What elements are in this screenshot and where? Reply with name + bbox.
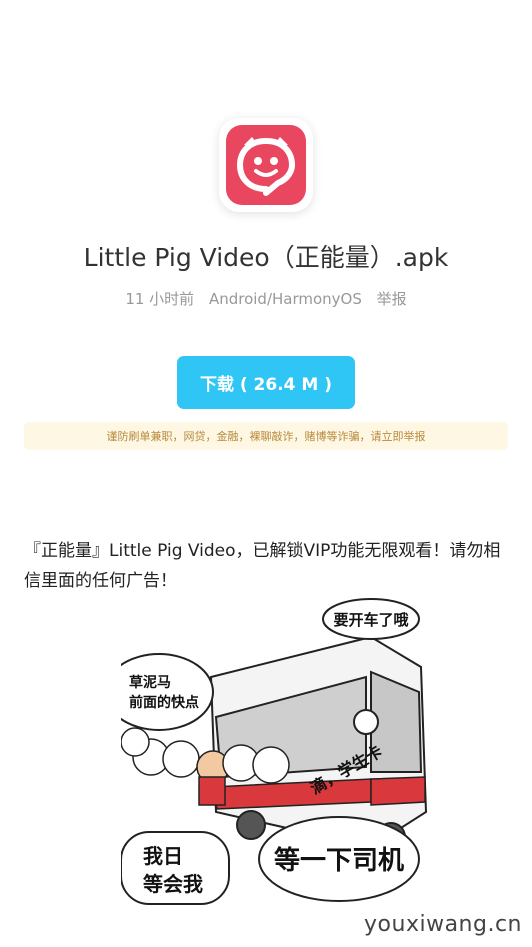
- fraud-warning-banner: 谨防刷单兼职，网贷，金融，裸聊敲诈，赌博等诈骗，请立即举报: [24, 422, 508, 450]
- download-button[interactable]: 下载 ( 26.4 M ): [177, 356, 355, 409]
- bubble-left-line1: 草泥马: [129, 674, 171, 691]
- bubble-left-line2: 前面的快点: [129, 694, 199, 711]
- report-link[interactable]: 举报: [377, 290, 407, 308]
- bubble-bottom-right: 等一下司机: [274, 845, 404, 876]
- bubble-bottom-left-line1: 我日: [143, 844, 183, 868]
- app-meta: 11 小时前 Android/HarmonyOS 举报: [0, 288, 532, 309]
- platform-label: Android/HarmonyOS: [208, 290, 362, 308]
- time-ago: 11 小时前: [125, 290, 195, 308]
- pig-logo-icon: [226, 125, 306, 205]
- comic-image: 要开车了哦 草泥马 前面的快点 滴，学生卡 我日 等会我 等一下司机: [104, 597, 431, 911]
- watermark: youxiwang.cn: [364, 912, 522, 937]
- app-icon: [219, 118, 313, 212]
- app-title: Little Pig Video（正能量）.apk: [83, 243, 449, 272]
- bubble-bottom-left-line2: 等会我: [143, 872, 203, 896]
- bubble-top: 要开车了哦: [333, 611, 408, 629]
- app-description: 『正能量』Little Pig Video，已解锁VIP功能无限观看！请勿相信里…: [24, 541, 501, 591]
